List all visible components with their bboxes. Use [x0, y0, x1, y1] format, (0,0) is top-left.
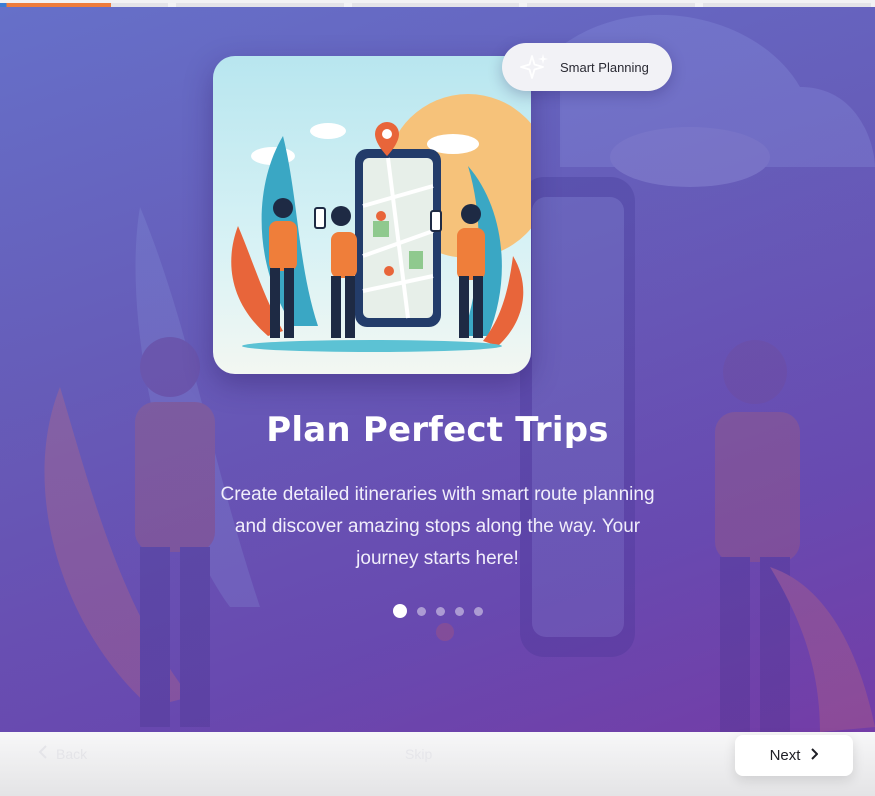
- progress-bar: [0, 0, 875, 7]
- pagination-dot-2[interactable]: [416, 606, 426, 616]
- back-label: Back: [56, 745, 88, 762]
- next-button[interactable]: Next: [735, 735, 853, 776]
- back-button[interactable]: Back: [38, 745, 87, 762]
- onboarding-hero: Smart Planning Plan Perfect Trips Create…: [0, 7, 875, 732]
- slide-title: Plan Perfect Trips: [266, 410, 609, 450]
- feature-badge: Smart Planning: [502, 43, 672, 91]
- skip-button[interactable]: Skip: [405, 746, 432, 762]
- pagination-dot-3[interactable]: [435, 606, 445, 616]
- badge-label: Smart Planning: [560, 59, 649, 75]
- bottom-nav-bar: Back Skip Next: [0, 732, 875, 796]
- sparkles-icon: [518, 50, 552, 84]
- slide-description: Create detailed itineraries with smart r…: [220, 484, 655, 569]
- travel-illustration-card: [213, 56, 531, 374]
- chevron-left-icon: [38, 745, 48, 762]
- chevron-right-icon: [810, 747, 819, 764]
- travel-illustration: [231, 94, 531, 352]
- pagination-dot-1[interactable]: [392, 604, 407, 618]
- next-label: Next: [769, 747, 801, 764]
- pagination-dot-4[interactable]: [454, 606, 464, 616]
- pagination-dots: [0, 604, 875, 618]
- pagination-dot-5[interactable]: [473, 606, 483, 616]
